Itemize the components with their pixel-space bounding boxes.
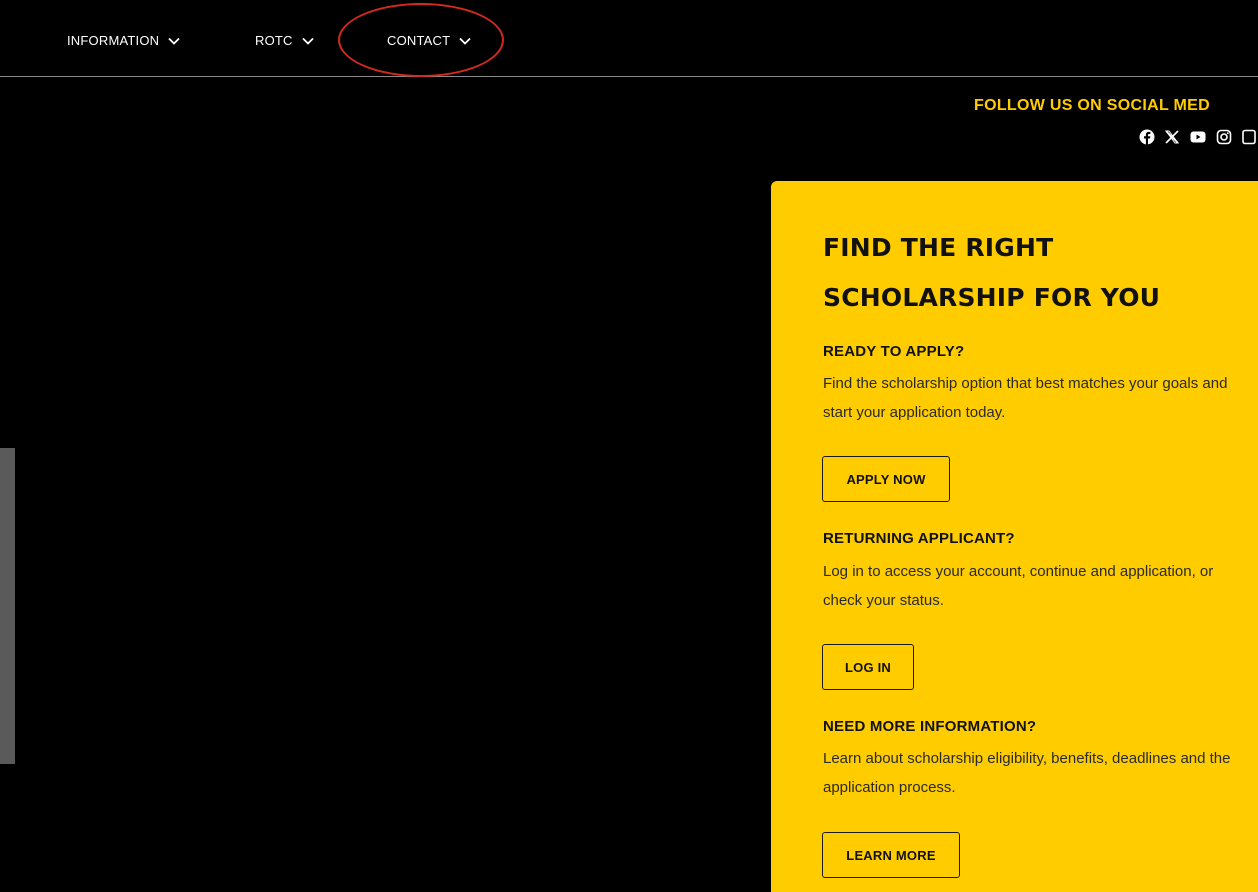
section-text-need-more-information: Learn about scholarship eligibility, ben…: [823, 750, 1231, 796]
nav-item-contact[interactable]: CONTACT: [387, 33, 472, 48]
youtube-icon[interactable]: [1189, 128, 1207, 146]
nav-item-information[interactable]: INFORMATION: [67, 33, 181, 48]
section-text-ready-to-apply: Find the scholarship option that best ma…: [823, 375, 1228, 421]
log-in-button[interactable]: LOG IN: [822, 644, 914, 690]
nav-item-rotc[interactable]: ROTC: [255, 33, 315, 48]
apply-now-button[interactable]: APPLY NOW: [822, 456, 950, 502]
section-heading-ready-to-apply: READY TO APPLY?: [823, 343, 965, 360]
chevron-down-icon: [168, 37, 180, 45]
nav-item-label: CONTACT: [387, 33, 451, 48]
section-heading-returning-applicant: RETURNING APPLICANT?: [823, 530, 1015, 547]
social-icons-row: [1138, 128, 1258, 146]
x-icon[interactable]: [1164, 128, 1182, 146]
chevron-down-icon: [459, 37, 471, 45]
scholarship-card: FIND THE RIGHT SCHOLARSHIP FOR YOU READY…: [771, 181, 1258, 892]
learn-more-button[interactable]: LEARN MORE: [822, 832, 960, 878]
section-text-returning-applicant: Log in to access your account, continue …: [823, 563, 1214, 609]
section-heading-need-more-information: NEED MORE INFORMATION?: [823, 718, 1037, 735]
instagram-icon[interactable]: [1215, 128, 1233, 146]
partial-social-icon[interactable]: [1240, 128, 1258, 146]
social-media-heading: FOLLOW US ON SOCIAL MED: [974, 97, 1210, 114]
top-navigation: INFORMATION ROTC CONTACT: [0, 0, 1258, 77]
nav-item-label: ROTC: [255, 33, 293, 48]
nav-item-label: INFORMATION: [67, 33, 160, 48]
card-title: FIND THE RIGHT SCHOLARSHIP FOR YOU: [823, 233, 1161, 312]
chevron-down-icon: [302, 37, 314, 45]
left-scroll-strip: [0, 448, 15, 764]
facebook-icon[interactable]: [1138, 128, 1156, 146]
